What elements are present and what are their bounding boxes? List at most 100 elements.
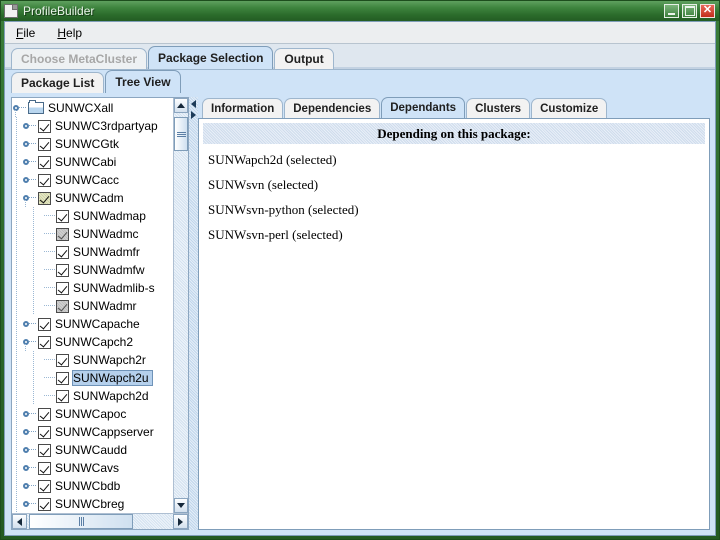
menu-bar: File Help	[5, 22, 715, 44]
hscroll-track[interactable]	[27, 514, 173, 529]
tab-choose-metacluster[interactable]: Choose MetaCluster	[11, 48, 148, 69]
tree-node[interactable]: SUNWCacc	[12, 171, 173, 189]
package-checkbox[interactable]	[56, 353, 69, 367]
folder-icon	[28, 99, 44, 115]
tree-scroll-viewport: SUNWCXall SUNWC3rdpartyap SUNWCGtk SUNWCabi…	[12, 98, 188, 513]
detail-tab-clusters[interactable]: Clusters	[466, 98, 531, 118]
tree-line	[33, 225, 34, 243]
tree-expand-handle-icon[interactable]	[22, 171, 38, 189]
tree-node[interactable]: SUNWCbreg	[12, 495, 173, 513]
package-checkbox[interactable]	[38, 461, 51, 475]
tree-node-label: SUNWCbdb	[55, 479, 121, 493]
tree-node[interactable]: SUNWCabi	[12, 153, 173, 171]
tree-node[interactable]: SUNWapch2d	[12, 387, 173, 405]
tree-node[interactable]: SUNWCadm	[12, 189, 173, 207]
tab-package-selection[interactable]: Package Selection	[148, 46, 274, 69]
split-pane-divider[interactable]	[189, 97, 198, 530]
tree-node[interactable]: SUNWadmc	[12, 225, 173, 243]
vscroll-track[interactable]	[174, 113, 188, 498]
tree-collapse-handle-icon[interactable]	[22, 333, 38, 351]
tree-expand-handle-icon[interactable]	[22, 423, 38, 441]
tree-line	[16, 279, 17, 297]
tree-node[interactable]: SUNWadmfr	[12, 243, 173, 261]
package-tree[interactable]: SUNWCXall SUNWC3rdpartyap SUNWCGtk SUNWCabi…	[12, 98, 173, 513]
package-checkbox[interactable]	[38, 137, 51, 151]
tree-node[interactable]: SUNWCGtk	[12, 135, 173, 153]
scroll-right-button[interactable]	[173, 514, 188, 529]
tree-collapse-handle-icon[interactable]	[12, 99, 28, 117]
tree-collapse-handle-icon[interactable]	[22, 189, 38, 207]
tree-expand-handle-icon[interactable]	[22, 405, 38, 423]
package-checkbox[interactable]	[38, 479, 51, 493]
tree-node[interactable]: SUNWCavs	[12, 459, 173, 477]
package-checkbox[interactable]	[38, 173, 51, 187]
tab-output[interactable]: Output	[274, 48, 334, 69]
tree-node[interactable]: SUNWapch2u	[12, 369, 173, 387]
detail-tab-dependencies[interactable]: Dependencies	[284, 98, 381, 118]
tree-node[interactable]: SUNWadmfw	[12, 261, 173, 279]
scroll-down-button[interactable]	[174, 498, 188, 513]
package-checkbox[interactable]	[38, 335, 51, 349]
collapse-right-icon[interactable]	[191, 111, 196, 119]
tree-node[interactable]: SUNWCappserver	[12, 423, 173, 441]
package-checkbox[interactable]	[38, 425, 51, 439]
collapse-left-icon[interactable]	[191, 100, 196, 108]
tree-expand-handle-icon[interactable]	[22, 459, 38, 477]
tree-node-label: SUNWCaudd	[55, 443, 128, 457]
package-checkbox[interactable]	[38, 497, 51, 511]
package-checkbox[interactable]	[56, 299, 69, 313]
tree-expand-handle-icon[interactable]	[22, 477, 38, 495]
tree-elbow-icon	[40, 279, 56, 297]
tree-expand-handle-icon[interactable]	[22, 495, 38, 513]
scroll-left-button[interactable]	[12, 514, 27, 529]
tree-expand-handle-icon[interactable]	[22, 117, 38, 135]
detail-tab-customize[interactable]: Customize	[531, 98, 608, 118]
package-checkbox[interactable]	[38, 119, 51, 133]
tree-line	[16, 387, 17, 405]
package-checkbox[interactable]	[38, 317, 51, 331]
package-checkbox[interactable]	[56, 281, 69, 295]
tree-node[interactable]: SUNWapch2r	[12, 351, 173, 369]
menu-file-label: ile	[23, 25, 36, 40]
maximize-button[interactable]	[682, 4, 697, 18]
package-checkbox[interactable]	[56, 389, 69, 403]
tree-expand-handle-icon[interactable]	[22, 315, 38, 333]
tree-node[interactable]: SUNWCapch2	[12, 333, 173, 351]
close-button[interactable]: ✕	[700, 4, 715, 18]
tree-expand-handle-icon[interactable]	[22, 441, 38, 459]
scroll-up-button[interactable]	[174, 98, 188, 113]
minimize-button[interactable]	[664, 4, 679, 18]
hscroll-thumb[interactable]	[29, 514, 133, 529]
tab-tree-view[interactable]: Tree View	[105, 70, 181, 93]
menu-file[interactable]: File	[13, 25, 38, 41]
menu-help[interactable]: Help	[54, 25, 85, 41]
package-checkbox[interactable]	[56, 245, 69, 259]
tree-vertical-scrollbar[interactable]	[173, 98, 188, 513]
tree-horizontal-scrollbar[interactable]	[12, 513, 188, 529]
tree-node[interactable]: SUNWCaudd	[12, 441, 173, 459]
package-checkbox[interactable]	[38, 407, 51, 421]
package-checkbox[interactable]	[38, 191, 51, 205]
tree-node[interactable]: SUNWCapoc	[12, 405, 173, 423]
tree-node[interactable]: SUNWC3rdpartyap	[12, 117, 173, 135]
tree-expand-handle-icon[interactable]	[22, 135, 38, 153]
tree-node[interactable]: SUNWadmr	[12, 297, 173, 315]
tab-package-list[interactable]: Package List	[11, 72, 105, 93]
vscroll-thumb[interactable]	[174, 117, 188, 151]
tree-node[interactable]: SUNWadmap	[12, 207, 173, 225]
package-checkbox[interactable]	[56, 263, 69, 277]
detail-tab-information[interactable]: Information	[202, 98, 284, 118]
package-checkbox[interactable]	[38, 443, 51, 457]
tree-node-label: SUNWapch2d	[73, 389, 149, 403]
tree-node[interactable]: SUNWCXall	[12, 99, 173, 117]
tree-line	[16, 135, 17, 153]
package-checkbox[interactable]	[56, 209, 69, 223]
tree-expand-handle-icon[interactable]	[22, 153, 38, 171]
tree-node[interactable]: SUNWCbdb	[12, 477, 173, 495]
tree-node[interactable]: SUNWCapache	[12, 315, 173, 333]
detail-tab-dependants[interactable]: Dependants	[381, 97, 466, 118]
package-checkbox[interactable]	[56, 227, 69, 241]
tree-node[interactable]: SUNWadmlib-s	[12, 279, 173, 297]
package-checkbox[interactable]	[56, 371, 69, 385]
package-checkbox[interactable]	[38, 155, 51, 169]
